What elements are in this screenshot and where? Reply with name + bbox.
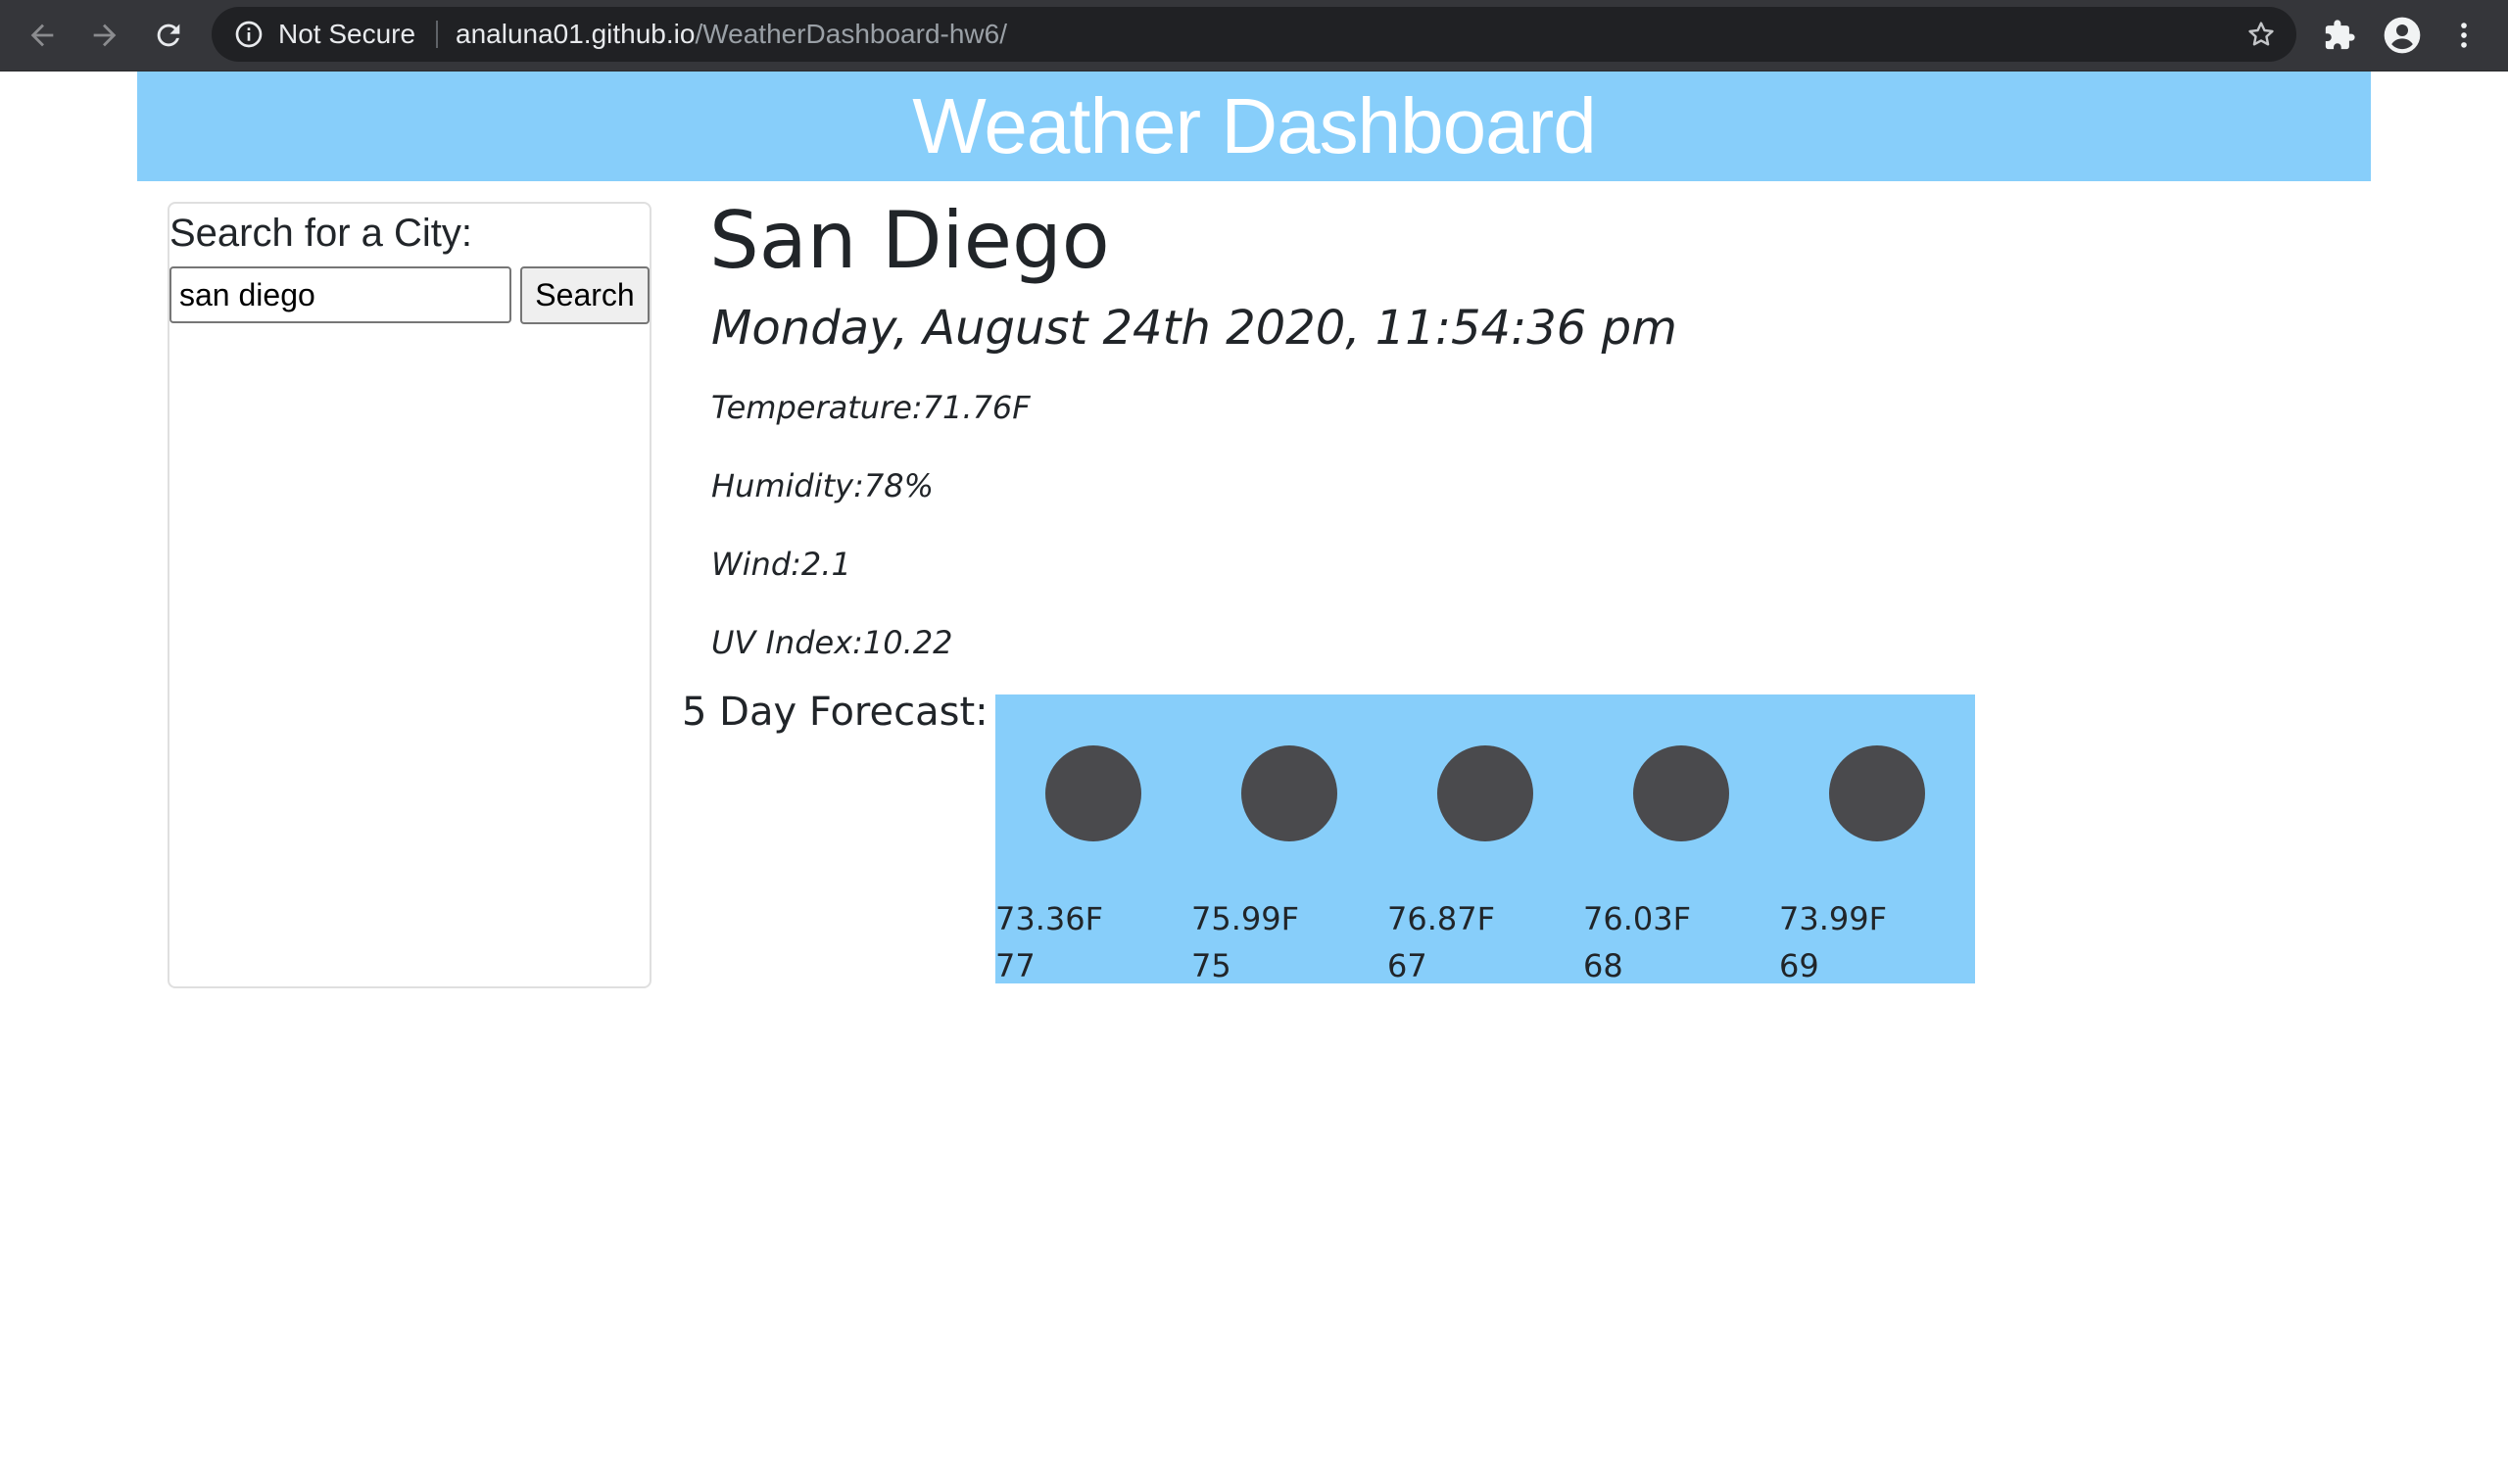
forecast-temp: 76.87F bbox=[1387, 900, 1496, 937]
wind-stat: Wind:2.1 bbox=[711, 546, 851, 583]
profile-button[interactable] bbox=[2383, 16, 2422, 55]
forecast-day: 75.99F 75 bbox=[1191, 694, 1387, 984]
reload-icon bbox=[157, 24, 180, 47]
menu-button[interactable] bbox=[2444, 16, 2484, 55]
url-path: /WeatherDashboard-hw6/ bbox=[695, 19, 1007, 49]
reload-button[interactable] bbox=[149, 16, 188, 55]
forecast-day: 73.36F 77 bbox=[995, 694, 1191, 984]
forecast-humidity: 75 bbox=[1191, 947, 1231, 984]
search-panel: Search for a City: Search bbox=[168, 202, 651, 988]
menu-icon bbox=[2461, 23, 2467, 48]
forward-icon bbox=[93, 24, 117, 47]
humidity-stat: Humidity:78% bbox=[711, 467, 934, 504]
forecast-heading: 5 Day Forecast: bbox=[682, 690, 989, 735]
weather-icon bbox=[1241, 745, 1337, 841]
extensions-button[interactable] bbox=[2320, 16, 2359, 55]
profile-icon bbox=[2384, 17, 2421, 54]
forecast-day: 76.03F 68 bbox=[1583, 694, 1779, 984]
forecast-humidity: 68 bbox=[1583, 947, 1623, 984]
security-label[interactable]: Not Secure bbox=[278, 7, 415, 62]
forecast-humidity: 69 bbox=[1779, 947, 1819, 984]
current-datetime: Monday, August 24th 2020, 11:54:36 pm bbox=[711, 301, 1677, 356]
back-icon bbox=[30, 24, 54, 47]
forecast-temp: 73.99F bbox=[1779, 900, 1888, 937]
search-button[interactable]: Search bbox=[520, 266, 650, 324]
forward-button[interactable] bbox=[85, 16, 124, 55]
forecast-humidity: 77 bbox=[995, 947, 1036, 984]
header-banner: Weather Dashboard bbox=[137, 72, 2371, 181]
address-bar[interactable]: Not Secure analuna01.github.io/WeatherDa… bbox=[212, 7, 2296, 62]
forecast-strip: 73.36F 77 75.99F 75 76.87F 67 76.03F 68 … bbox=[995, 694, 1975, 984]
forecast-day: 73.99F 69 bbox=[1779, 694, 1975, 984]
temperature-stat: Temperature:71.76F bbox=[711, 389, 1031, 426]
address-divider bbox=[436, 21, 438, 48]
uv-index-stat: UV Index:10.22 bbox=[711, 624, 953, 661]
weather-icon bbox=[1829, 745, 1925, 841]
back-button[interactable] bbox=[23, 16, 62, 55]
url-text[interactable]: analuna01.github.io/WeatherDashboard-hw6… bbox=[456, 7, 1007, 62]
forecast-day: 76.87F 67 bbox=[1387, 694, 1583, 984]
forecast-temp: 73.36F bbox=[995, 900, 1104, 937]
weather-icon bbox=[1437, 745, 1533, 841]
browser-toolbar: Not Secure analuna01.github.io/WeatherDa… bbox=[0, 0, 2508, 72]
extensions-icon bbox=[2325, 20, 2355, 50]
weather-icon bbox=[1633, 745, 1729, 841]
city-search-input[interactable] bbox=[169, 266, 511, 323]
forecast-temp: 75.99F bbox=[1191, 900, 1300, 937]
page-title: Weather Dashboard bbox=[912, 82, 1596, 169]
star-icon[interactable] bbox=[2245, 19, 2277, 50]
weather-icon bbox=[1045, 745, 1141, 841]
forecast-temp: 76.03F bbox=[1583, 900, 1692, 937]
info-icon[interactable] bbox=[233, 19, 265, 50]
forecast-humidity: 67 bbox=[1387, 947, 1427, 984]
search-label: Search for a City: bbox=[169, 212, 473, 255]
url-host: analuna01.github.io bbox=[456, 19, 696, 49]
city-name: San Diego bbox=[709, 195, 1110, 286]
